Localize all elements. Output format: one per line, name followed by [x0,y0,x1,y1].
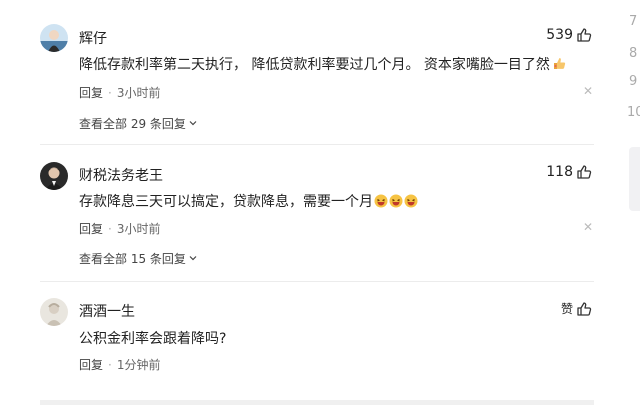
laughing-emoji [389,194,403,208]
comment-text-content: 存款降息三天可以搞定，贷款降息，需要一个月 [79,194,373,210]
bottom-divider [40,400,594,405]
chevron-down-icon [188,117,198,131]
username[interactable]: 酒酒一生 [79,301,135,321]
thumbs-up-icon [576,301,592,317]
view-all-replies-button[interactable]: 查看全部 15 条回复 [79,250,198,267]
close-icon[interactable]: ✕ [583,220,593,234]
timestamp: 1分钟前 [116,358,161,372]
comment-meta: 回复 · 3小时前 [79,84,160,101]
list-number: 9 [629,74,638,89]
thumbs-up-icon [576,27,592,43]
comment-text: 公积金利率会跟着降吗? [79,328,226,348]
view-all-replies-button[interactable]: 查看全部 29 条回复 [79,115,198,132]
comment-meta: 回复 · 3小时前 [79,220,160,237]
comment-text-content: 公积金利率会跟着降吗? [79,331,227,347]
reply-button[interactable]: 回复 [79,84,103,101]
like-count: 118 [546,164,573,180]
thumbs-up-emoji [551,55,566,69]
avatar[interactable] [40,24,68,52]
username[interactable]: 辉仔 [79,28,107,48]
chevron-down-icon [188,252,198,266]
avatar[interactable] [40,298,68,326]
timestamp: 3小时前 [116,86,161,100]
separator-dot: · [108,221,112,236]
scrollbar-thumb[interactable] [629,147,640,211]
laughing-emoji [374,194,388,208]
like-button[interactable]: 赞 [561,300,592,317]
divider [40,144,594,145]
comment-text: 降低存款利率第二天执行， 降低贷款利率要过几个月。 资本家嘴脸一目了然 [79,54,566,74]
comment-text-content: 降低存款利率第二天执行， 降低贷款利率要过几个月。 资本家嘴脸一目了然 [79,57,550,73]
separator-dot: · [108,85,112,100]
view-all-replies-label: 查看全部 29 条回复 [79,117,186,131]
like-label: 赞 [560,302,573,316]
reply-button[interactable]: 回复 [79,356,103,373]
close-icon[interactable]: ✕ [583,84,593,98]
divider [40,281,594,282]
timestamp: 3小时前 [116,222,161,236]
list-number: 8 [629,46,638,61]
like-button[interactable]: 118 [546,164,592,180]
laughing-emoji [404,194,418,208]
list-number: 7 [629,14,638,29]
thumbs-up-icon [576,164,592,180]
like-count: 539 [546,27,573,43]
username[interactable]: 财税法务老王 [79,165,163,185]
avatar[interactable] [40,162,68,190]
comment-text: 存款降息三天可以搞定，贷款降息，需要一个月 [79,191,418,211]
separator-dot: · [108,357,112,372]
list-number: 10 [627,105,640,120]
like-button[interactable]: 539 [546,27,592,43]
reply-button[interactable]: 回复 [79,220,103,237]
comment-meta: 回复 · 1分钟前 [79,356,160,373]
view-all-replies-label: 查看全部 15 条回复 [79,252,186,266]
